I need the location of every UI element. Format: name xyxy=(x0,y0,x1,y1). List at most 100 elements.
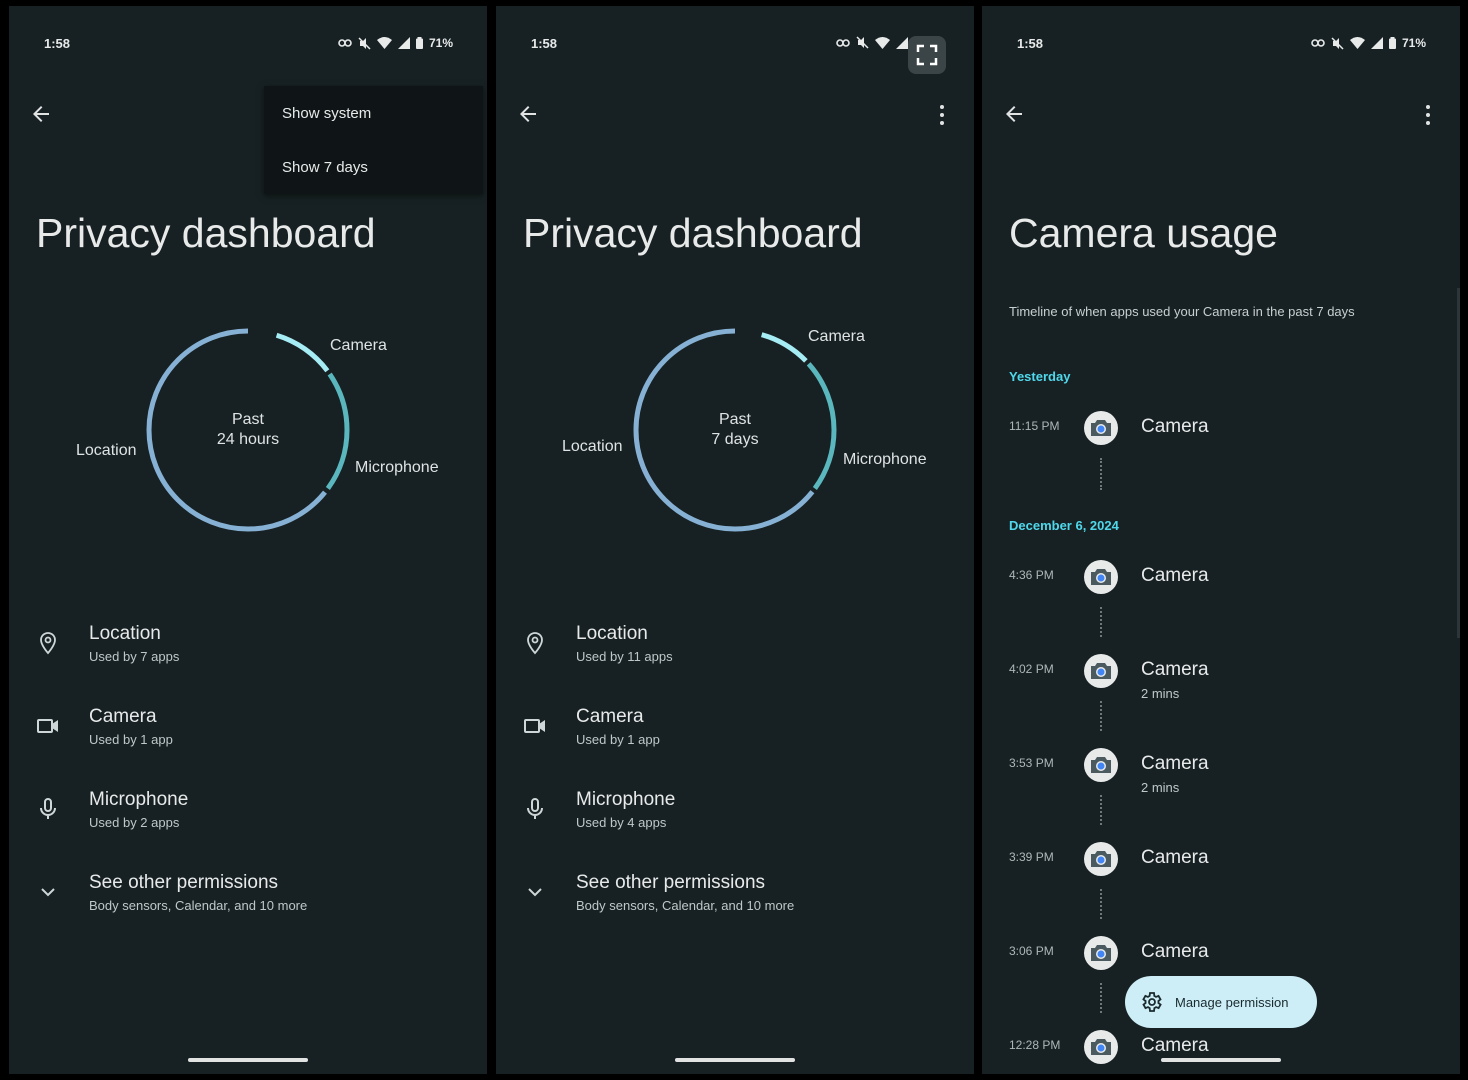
menu-item-show-7-days[interactable]: Show 7 days xyxy=(282,159,368,176)
microphone-icon xyxy=(40,798,56,819)
ring-center-line2: 7 days xyxy=(711,431,759,448)
ring-label-location: Location xyxy=(76,442,137,459)
chevron-down-icon xyxy=(41,888,55,897)
videocam-icon xyxy=(37,719,58,733)
permission-subtitle: Used by 1 app xyxy=(576,732,660,747)
signal-icon xyxy=(397,37,410,49)
page-subtitle: Timeline of when apps used your Camera i… xyxy=(1009,304,1355,319)
status-time: 1:58 xyxy=(1017,36,1044,51)
timeline-connector xyxy=(1100,889,1102,919)
timeline-time: 3:39 PM xyxy=(1009,850,1054,864)
camera-app-icon xyxy=(1084,1030,1118,1064)
more-options-icon[interactable] xyxy=(932,103,952,127)
timeline-connector xyxy=(1100,607,1102,637)
manage-permission-label: Manage permission xyxy=(1175,994,1289,1010)
status-bar: 1:58 71% xyxy=(9,36,487,56)
signal-icon xyxy=(896,36,908,49)
timeline-time: 4:02 PM xyxy=(1009,662,1054,676)
camera-app-icon xyxy=(1084,936,1118,970)
date-header-yesterday: Yesterday xyxy=(1009,369,1071,384)
back-arrow-icon[interactable] xyxy=(1002,102,1026,126)
microphone-icon xyxy=(527,798,543,819)
permission-subtitle: Used by 7 apps xyxy=(89,649,180,664)
ring-label-camera: Camera xyxy=(808,328,865,345)
ring-center-line1: Past xyxy=(231,411,264,428)
link-icon xyxy=(1311,39,1325,47)
page-title: Privacy dashboard xyxy=(523,210,863,256)
page-title: Privacy dashboard xyxy=(36,210,376,256)
back-arrow-icon[interactable] xyxy=(516,102,540,126)
wifi-icon xyxy=(875,36,890,49)
permission-item-location[interactable]: Location Used by 7 apps xyxy=(9,623,487,673)
back-arrow-icon[interactable] xyxy=(29,102,53,126)
ring-label-camera: Camera xyxy=(330,337,387,354)
timeline-app-name[interactable]: Camera xyxy=(1141,941,1209,963)
ring-label-microphone: Microphone xyxy=(355,459,439,476)
permission-title: Location xyxy=(576,623,648,644)
see-other-permissions[interactable]: See other permissions Body sensors, Cale… xyxy=(496,872,974,922)
permission-item-microphone[interactable]: Microphone Used by 4 apps xyxy=(496,789,974,839)
permission-item-camera[interactable]: Camera Used by 1 app xyxy=(496,706,974,756)
more-options-icon[interactable] xyxy=(1418,103,1438,127)
fullscreen-icon xyxy=(916,44,938,66)
timeline-connector xyxy=(1100,458,1102,490)
camera-app-icon xyxy=(1084,411,1118,445)
mute-icon xyxy=(358,36,371,50)
battery-percent: 71% xyxy=(428,36,453,50)
camera-app-icon xyxy=(1084,748,1118,782)
status-time: 1:58 xyxy=(531,36,558,51)
chevron-down-icon xyxy=(528,888,542,897)
timeline-app-name[interactable]: Camera xyxy=(1141,753,1209,775)
timeline-time: 3:53 PM xyxy=(1009,756,1054,770)
page-title: Camera usage xyxy=(1009,210,1278,256)
signal-icon xyxy=(1370,37,1383,49)
link-icon xyxy=(836,38,850,47)
menu-item-show-system[interactable]: Show system xyxy=(282,105,371,122)
videocam-icon xyxy=(524,719,545,733)
home-indicator[interactable] xyxy=(1161,1058,1281,1062)
permission-item-camera[interactable]: Camera Used by 1 app xyxy=(9,706,487,756)
permission-title: See other permissions xyxy=(89,872,279,893)
ring-label-location: Location xyxy=(562,438,623,455)
link-icon xyxy=(338,39,352,47)
permission-subtitle: Used by 1 app xyxy=(89,732,173,747)
status-time: 1:58 xyxy=(44,36,71,51)
location-pin-icon xyxy=(527,632,543,655)
camera-app-icon xyxy=(1084,654,1118,688)
manage-permission-button[interactable]: Manage permission xyxy=(1125,976,1317,1028)
ring-center-line1: Past xyxy=(718,411,751,428)
ring-center-label: Past 24 hours xyxy=(139,321,357,539)
timeline-app-name[interactable]: Camera xyxy=(1141,847,1209,869)
home-indicator[interactable] xyxy=(188,1058,308,1062)
see-other-permissions[interactable]: See other permissions Body sensors, Cale… xyxy=(9,872,487,922)
permission-subtitle: Used by 11 apps xyxy=(576,649,673,664)
timeline-app-name[interactable]: Camera xyxy=(1141,659,1209,681)
battery-percent: 71% xyxy=(1401,36,1426,50)
mute-icon xyxy=(856,36,869,49)
scrollbar[interactable] xyxy=(1457,288,1460,638)
privacy-dashboard-screen-7d: 1:58 Privacy dashboard Past 7 days Camer… xyxy=(496,6,974,1074)
permission-subtitle: Used by 2 apps xyxy=(89,815,180,830)
fullscreen-button[interactable] xyxy=(908,36,946,74)
permission-item-location[interactable]: Location Used by 11 apps xyxy=(496,623,974,673)
timeline-app-name[interactable]: Camera xyxy=(1141,416,1209,438)
home-indicator[interactable] xyxy=(675,1058,795,1062)
camera-usage-screen: 1:58 71% Camera usage Timeline of when a… xyxy=(982,6,1460,1074)
battery-icon xyxy=(1388,37,1396,49)
permission-item-microphone[interactable]: Microphone Used by 2 apps xyxy=(9,789,487,839)
privacy-dashboard-screen-24h: 1:58 71% Privacy dashboard Past 24 hours… xyxy=(9,6,487,1074)
wifi-icon xyxy=(1349,37,1365,49)
mute-icon xyxy=(1331,36,1344,50)
timeline-duration: 2 mins xyxy=(1141,780,1180,795)
timeline-connector xyxy=(1100,795,1102,825)
permission-title: See other permissions xyxy=(576,872,766,893)
battery-icon xyxy=(415,37,423,49)
permission-subtitle: Used by 4 apps xyxy=(576,815,667,830)
timeline-app-name[interactable]: Camera xyxy=(1141,565,1209,587)
ring-center-line2: 24 hours xyxy=(216,431,280,448)
permission-title: Camera xyxy=(89,706,157,727)
timeline-time: 3:06 PM xyxy=(1009,944,1054,958)
timeline-app-name[interactable]: Camera xyxy=(1141,1035,1209,1057)
permission-title: Microphone xyxy=(576,789,676,810)
permission-title: Microphone xyxy=(89,789,189,810)
